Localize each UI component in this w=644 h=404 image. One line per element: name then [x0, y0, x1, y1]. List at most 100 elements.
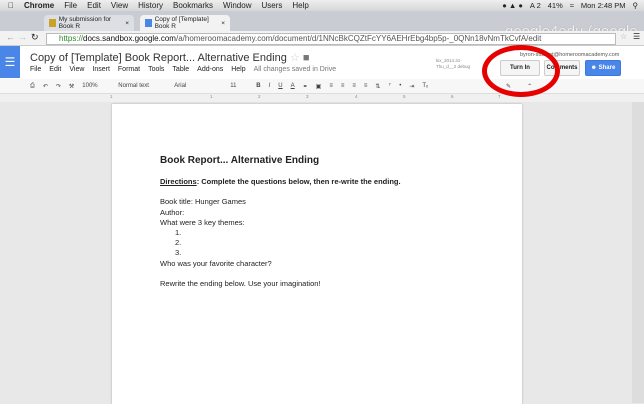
align-right-icon[interactable]: ≡ — [352, 83, 356, 89]
apple-icon[interactable]:  — [8, 1, 14, 10]
tab-document[interactable]: Copy of [Template] Book R × — [140, 15, 230, 31]
ruler-tick: 6 — [451, 94, 454, 99]
themes-line: What were 3 key themes: — [160, 217, 245, 227]
menu-file[interactable]: File — [64, 1, 77, 10]
undo-icon[interactable]: ↶ — [43, 83, 48, 90]
menu-history[interactable]: History — [138, 1, 163, 10]
chrome-menu-icon[interactable]: ☰ — [633, 32, 640, 41]
reload-icon[interactable]: ↻ — [31, 32, 39, 43]
paint-format-icon[interactable]: ⚒ — [69, 83, 74, 90]
url-scheme: https:// — [59, 34, 84, 43]
ruler-tick: 5 — [403, 94, 406, 99]
menu-addons[interactable]: Add-ons — [197, 66, 223, 73]
battery-status[interactable]: 41% — [548, 1, 563, 10]
back-icon[interactable]: ← — [6, 32, 15, 42]
classroom-icon — [49, 19, 56, 27]
docs-home-icon[interactable]: ☰ — [0, 46, 20, 78]
ruler-tick: 1 — [110, 94, 113, 99]
bulleted-list-icon[interactable]: • — [399, 83, 401, 89]
ruler[interactable]: 1 1 2 3 4 5 6 7 — [0, 94, 644, 102]
directions-label: Directions — [160, 177, 197, 187]
rewrite-prompt: Rewrite the ending below. Use your imagi… — [160, 278, 321, 288]
justify-icon[interactable]: ≡ — [364, 83, 368, 89]
person-icon: ☻ — [590, 65, 599, 71]
ruler-tick: 4 — [355, 94, 358, 99]
line-spacing-icon[interactable]: ⇅ — [375, 83, 380, 90]
ruler-tick: 3 — [306, 94, 309, 99]
doc-title-text[interactable]: Copy of [Template] Book Report... Altern… — [30, 52, 287, 64]
document-page[interactable]: Book Report... Alternative Ending Direct… — [112, 104, 522, 404]
numbered-list-icon[interactable]: ⌜ — [388, 83, 391, 90]
text-color-button[interactable]: A — [291, 83, 295, 89]
status-icon[interactable]: ● ▲ ● — [502, 1, 523, 10]
menu-users[interactable]: Users — [261, 1, 282, 10]
tab-submission[interactable]: My submission for Book R × — [44, 15, 134, 31]
adobe-status[interactable]: A 2 — [530, 1, 541, 10]
scrollbar[interactable] — [632, 102, 644, 403]
menu-edit[interactable]: Edit — [49, 66, 61, 73]
italic-button[interactable]: I — [269, 83, 271, 89]
folder-icon[interactable]: ■ — [303, 52, 310, 64]
indent-icon[interactable]: ⇥ — [409, 83, 414, 90]
ruler-tick: 2 — [258, 94, 261, 99]
directions: Directions: Complete the questions below… — [160, 177, 401, 187]
search-icon[interactable]: ⚲ — [633, 1, 639, 10]
tab-bar: My submission for Book R × Copy of [Templ… — [0, 11, 644, 40]
wifi-icon[interactable]: ≈ — [570, 1, 574, 10]
list-item: 2. — [175, 238, 182, 248]
star-icon[interactable]: ☆ — [620, 32, 627, 41]
clear-formatting-icon[interactable]: Tₓ — [422, 83, 428, 89]
close-icon[interactable]: × — [221, 20, 225, 27]
menu-help[interactable]: Help — [292, 1, 308, 10]
close-icon[interactable]: × — [125, 20, 129, 27]
share-button[interactable]: ☻ Share — [585, 60, 621, 76]
forward-icon[interactable]: → — [18, 32, 27, 42]
redo-icon[interactable]: ↷ — [56, 83, 61, 90]
menu-edit[interactable]: Edit — [87, 1, 101, 10]
menu-window[interactable]: Window — [223, 1, 251, 10]
tab-label: Copy of [Template] Book R — [154, 16, 209, 30]
list-item: 1. — [175, 228, 182, 238]
list-item: 3. — [175, 248, 182, 258]
style-select[interactable]: Normal text — [118, 83, 166, 89]
menu-file[interactable]: File — [30, 66, 41, 73]
menu-table[interactable]: Table — [172, 66, 189, 73]
menu-chrome[interactable]: Chrome — [24, 1, 54, 10]
status-area: ● ▲ ● A 2 41% ≈ Mon 2:48 PM ⚲ — [502, 0, 638, 11]
print-icon[interactable]: ⎙ — [30, 83, 35, 90]
directions-text: : Complete the questions below, then re-… — [196, 177, 401, 187]
align-left-icon[interactable]: ≡ — [329, 83, 333, 89]
address-bar-row: ← → ↻ https://docs.sandbox.google.com/a/… — [0, 31, 644, 46]
align-center-icon[interactable]: ≡ — [341, 83, 345, 89]
menu-format[interactable]: Format — [118, 66, 140, 73]
menu-tools[interactable]: Tools — [148, 66, 164, 73]
bold-button[interactable]: B — [256, 83, 260, 89]
comment-icon[interactable]: ▣ — [316, 83, 322, 90]
url-host: docs.sandbox.google.com — [83, 34, 176, 43]
menu-view[interactable]: View — [69, 66, 84, 73]
document-body[interactable]: Book Report... Alternative Ending Direct… — [160, 155, 401, 289]
size-select[interactable]: 11 — [230, 83, 248, 89]
author-line: Author: — [160, 207, 185, 217]
share-label: Share — [598, 65, 616, 71]
underline-button[interactable]: U — [278, 83, 282, 89]
red-annotation-circle — [482, 45, 560, 97]
ruler-tick: 7 — [498, 94, 501, 99]
revision-label: kix_2014.31-Thu_d__2 debug — [436, 58, 471, 69]
url-path: /a/homeroomacademy.com/document/d/1NNcBk… — [175, 34, 542, 43]
docs-icon — [145, 19, 152, 27]
zoom-select[interactable]: 100% — [82, 83, 110, 89]
font-select[interactable]: Arial — [174, 83, 222, 89]
url-input[interactable]: https://docs.sandbox.google.com/a/homero… — [46, 33, 616, 45]
menu-view[interactable]: View — [111, 1, 128, 10]
star-icon[interactable]: ☆ — [290, 52, 300, 64]
doc-title[interactable]: Copy of [Template] Book Report... Altern… — [30, 51, 309, 64]
docs-menu: File Edit View Insert Format Tools Table… — [30, 66, 336, 73]
link-icon[interactable]: ⚭ — [303, 83, 308, 90]
save-status[interactable]: All changes saved in Drive — [254, 66, 337, 73]
clock[interactable]: Mon 2:48 PM — [581, 1, 626, 10]
character-question: Who was your favorite character? — [160, 258, 272, 268]
menu-help[interactable]: Help — [231, 66, 245, 73]
menu-bookmarks[interactable]: Bookmarks — [173, 1, 213, 10]
menu-insert[interactable]: Insert — [92, 66, 110, 73]
